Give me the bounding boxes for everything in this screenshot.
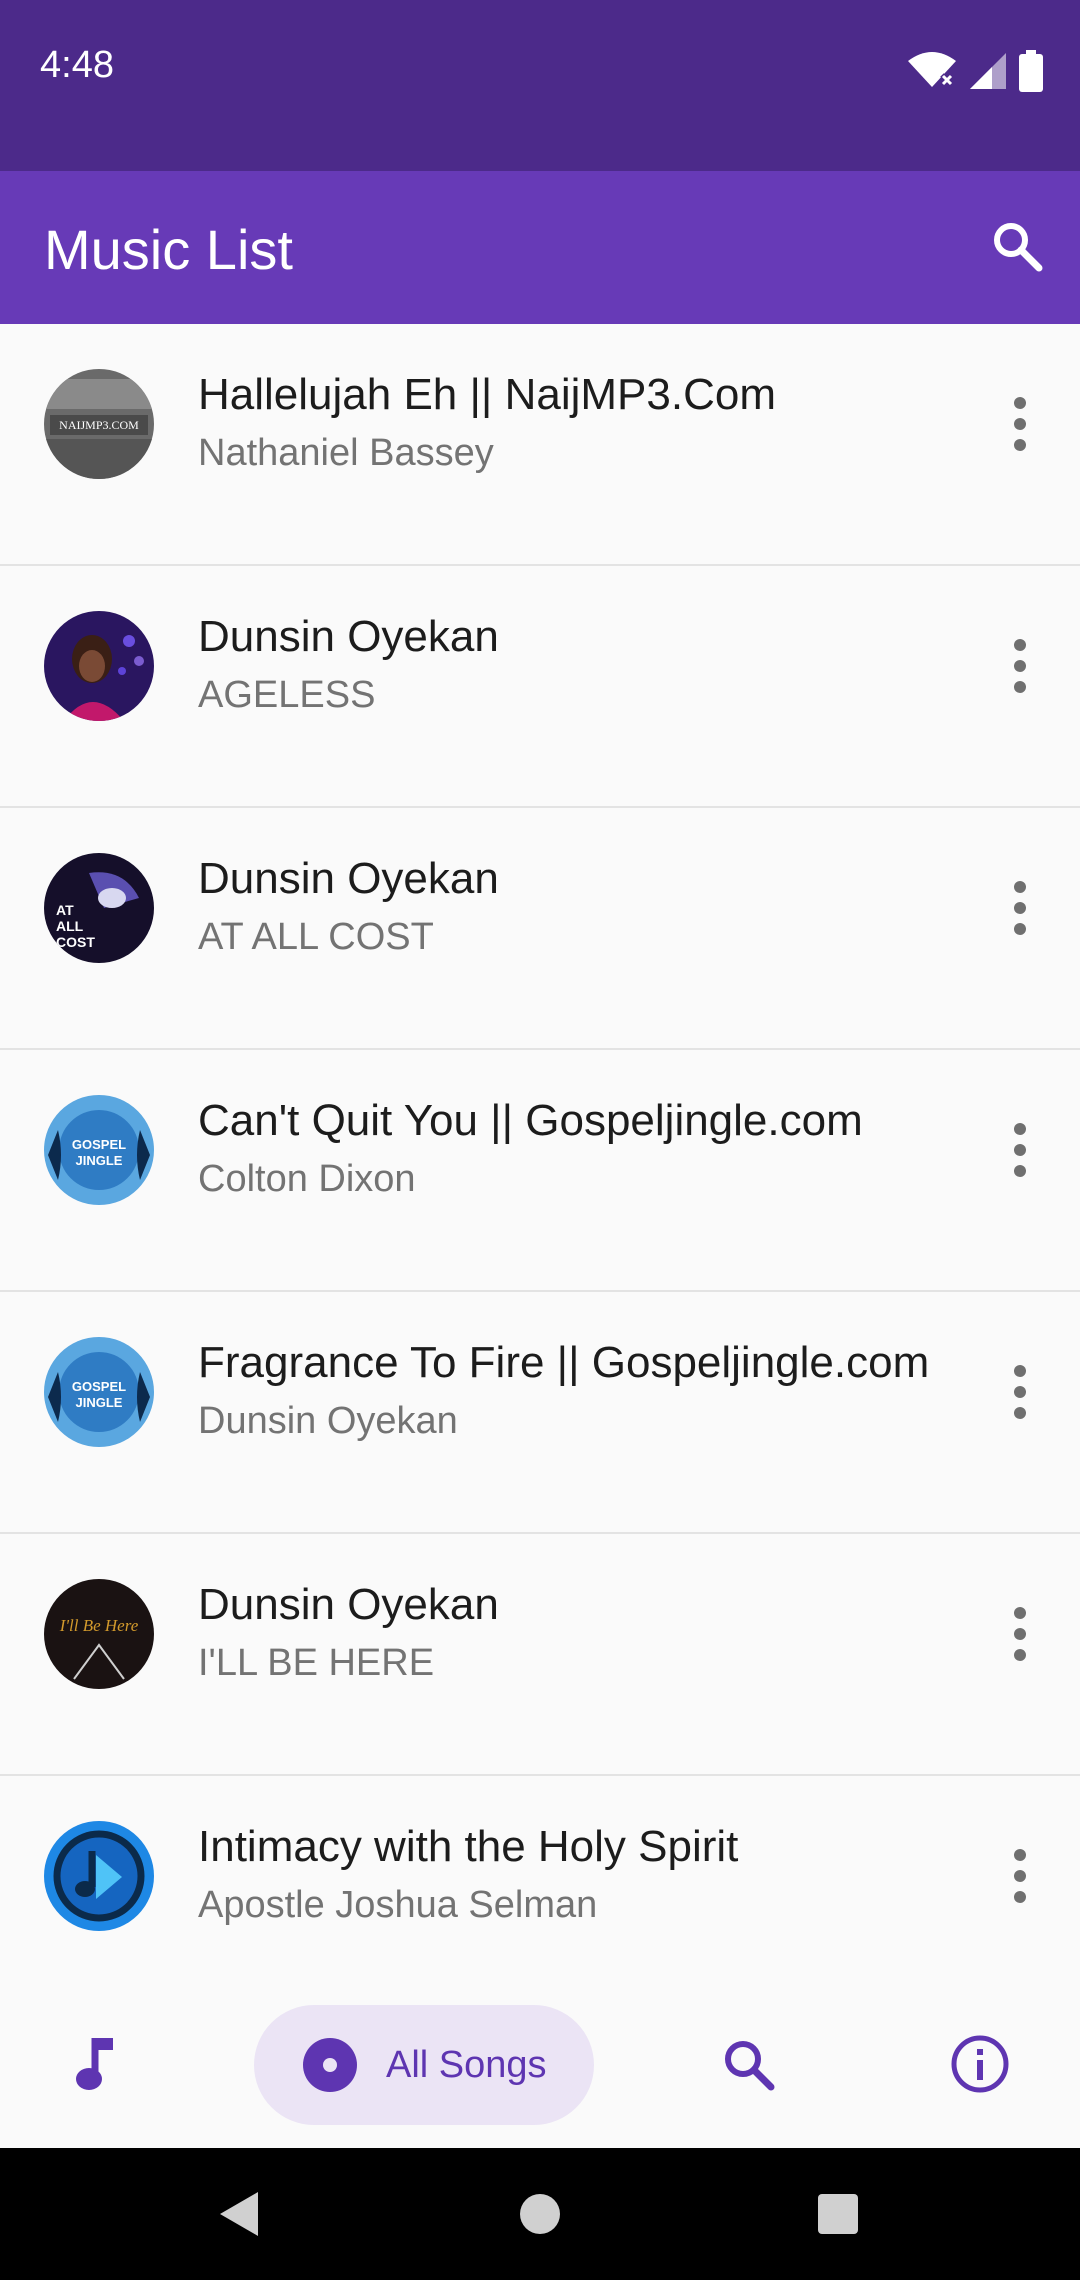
svg-text:JINGLE: JINGLE	[76, 1395, 123, 1410]
search-icon	[994, 223, 1043, 272]
more-vert-icon	[1014, 1123, 1026, 1135]
song-row[interactable]: Intimacy with the Holy Spirit Apostle Jo…	[0, 1776, 1080, 2004]
back-button[interactable]	[200, 2148, 280, 2280]
signal-icon	[968, 51, 1008, 96]
home-button[interactable]	[500, 2148, 580, 2280]
song-title: Can't Quit You || Gospeljingle.com	[198, 1096, 863, 1145]
nav-all-songs-label: All Songs	[386, 2043, 547, 2086]
album-art: NAIJMP3.COM	[44, 369, 154, 479]
svg-text:ALL: ALL	[56, 918, 84, 934]
search-icon	[725, 2041, 775, 2091]
status-icons	[906, 50, 1044, 97]
status-time: 4:48	[40, 44, 114, 86]
bottom-navigation: All Songs	[0, 1980, 1080, 2148]
more-vert-icon	[1014, 1849, 1026, 1861]
song-title: Fragrance To Fire || Gospeljingle.com	[198, 1338, 930, 1387]
svg-text:GOSPEL: GOSPEL	[72, 1137, 126, 1152]
album-art	[44, 1821, 154, 1931]
song-artist: AGELESS	[198, 674, 376, 716]
song-artist: Nathaniel Bassey	[198, 432, 494, 474]
more-options-button[interactable]	[990, 1599, 1050, 1669]
more-options-button[interactable]	[990, 389, 1050, 459]
more-options-button[interactable]	[990, 1357, 1050, 1427]
music-note-icon	[76, 2038, 113, 2090]
svg-text:NAIJMP3.COM: NAIJMP3.COM	[59, 418, 139, 432]
recents-icon	[818, 2194, 858, 2234]
app-bar-search-button[interactable]	[984, 213, 1050, 279]
svg-text:JINGLE: JINGLE	[76, 1153, 123, 1168]
song-artist: AT ALL COST	[198, 916, 434, 958]
nav-info-button[interactable]	[922, 1980, 1038, 2148]
song-row[interactable]: AT ALL COST Dunsin Oyekan AT ALL COST	[0, 808, 1080, 1050]
home-icon	[520, 2194, 560, 2234]
more-vert-icon	[1014, 881, 1026, 893]
info-icon	[951, 2035, 1009, 2093]
recents-button[interactable]	[798, 2148, 878, 2280]
song-row[interactable]: GOSPEL JINGLE Fragrance To Fire || Gospe…	[0, 1292, 1080, 1534]
song-title: Intimacy with the Holy Spirit	[198, 1822, 739, 1871]
page-title: Music List	[44, 218, 293, 281]
more-options-button[interactable]	[990, 1841, 1050, 1911]
song-row[interactable]: I'll Be Here Dunsin Oyekan I'LL BE HERE	[0, 1534, 1080, 1776]
song-row[interactable]: GOSPEL JINGLE Can't Quit You || Gospelji…	[0, 1050, 1080, 1292]
album-art: GOSPEL JINGLE	[44, 1095, 154, 1205]
song-artist: Colton Dixon	[198, 1158, 416, 1200]
more-options-button[interactable]	[990, 873, 1050, 943]
wifi-icon	[906, 51, 958, 96]
album-art: AT ALL COST	[44, 853, 154, 963]
song-title: Dunsin Oyekan	[198, 1580, 499, 1629]
svg-text:AT: AT	[56, 902, 74, 918]
status-bar: 4:48	[0, 0, 1080, 171]
more-options-button[interactable]	[990, 1115, 1050, 1185]
nav-search-button[interactable]	[690, 1980, 806, 2148]
album-art: GOSPEL JINGLE	[44, 1337, 154, 1447]
song-title: Hallelujah Eh || NaijMP3.Com	[198, 370, 776, 419]
app-bar: Music List	[0, 171, 1080, 324]
svg-text:COST: COST	[56, 934, 95, 950]
album-art: I'll Be Here	[44, 1579, 154, 1689]
song-artist: I'LL BE HERE	[198, 1642, 435, 1684]
nav-all-songs-button[interactable]: All Songs	[254, 2005, 594, 2125]
nav-music-button[interactable]	[40, 1980, 156, 2148]
song-row[interactable]: NAIJMP3.COM Hallelujah Eh || NaijMP3.Com…	[0, 324, 1080, 566]
battery-icon	[1018, 50, 1044, 97]
svg-text:GOSPEL: GOSPEL	[72, 1379, 126, 1394]
svg-text:I'll Be Here: I'll Be Here	[59, 1616, 139, 1635]
more-vert-icon	[1014, 1607, 1026, 1619]
default-music-icon	[44, 1821, 154, 1931]
song-title: Dunsin Oyekan	[198, 854, 499, 903]
song-row[interactable]: Dunsin Oyekan AGELESS	[0, 566, 1080, 808]
system-navigation-bar	[0, 2148, 1080, 2280]
song-artist: Apostle Joshua Selman	[198, 1884, 598, 1926]
more-vert-icon	[1014, 1365, 1026, 1377]
disc-icon	[303, 2038, 357, 2092]
more-options-button[interactable]	[990, 631, 1050, 701]
back-icon	[220, 2192, 258, 2236]
more-vert-icon	[1014, 639, 1026, 651]
song-list: NAIJMP3.COM Hallelujah Eh || NaijMP3.Com…	[0, 324, 1080, 2004]
song-title: Dunsin Oyekan	[198, 612, 499, 661]
more-vert-icon	[1014, 397, 1026, 409]
album-art	[44, 611, 154, 721]
song-artist: Dunsin Oyekan	[198, 1400, 458, 1442]
